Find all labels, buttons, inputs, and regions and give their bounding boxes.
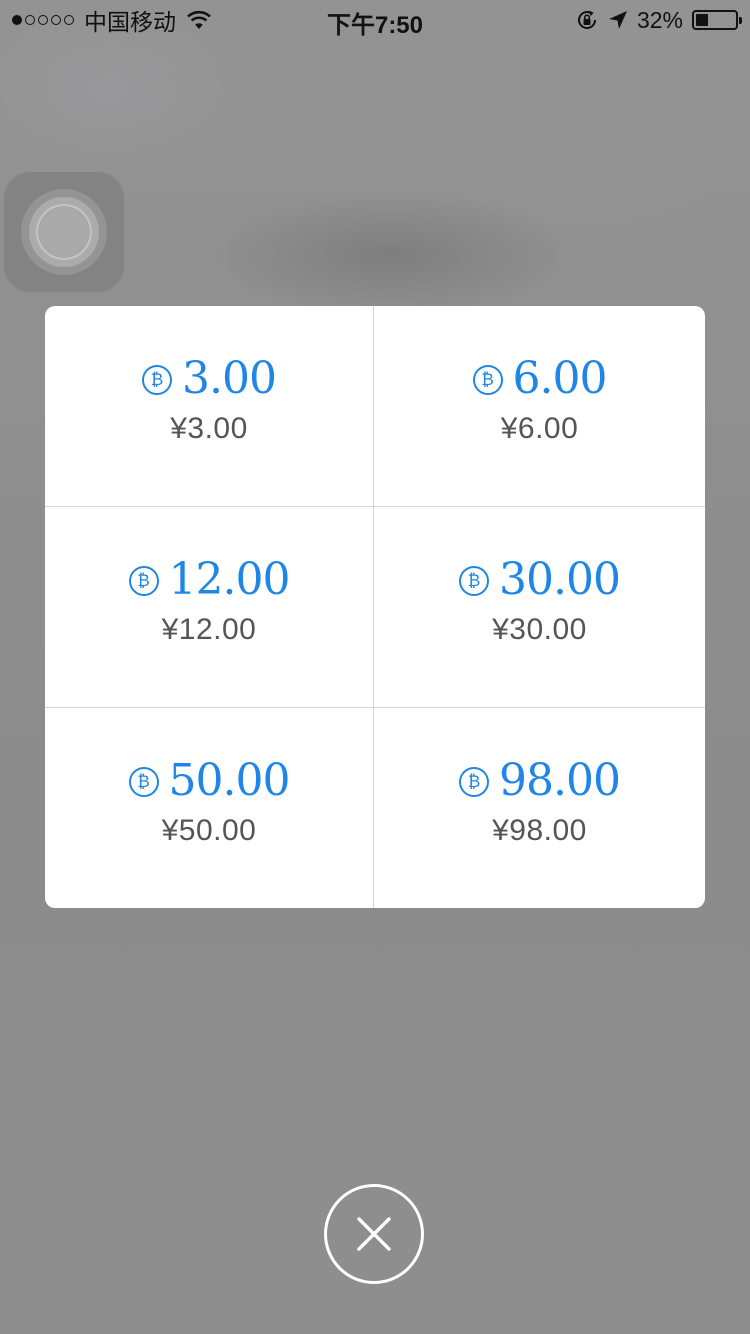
coin-amount: 30.00 bbox=[499, 553, 621, 605]
price-label: ¥3.00 bbox=[170, 412, 248, 445]
recharge-option-4[interactable]: ₿ 30.00 ¥30.00 bbox=[374, 507, 705, 707]
rotation-lock-icon bbox=[577, 10, 596, 29]
recharge-option-5[interactable]: ₿ 50.00 ¥50.00 bbox=[45, 708, 373, 908]
coin-icon: ₿ bbox=[472, 365, 503, 395]
price-label: ¥6.00 bbox=[500, 412, 579, 445]
close-icon bbox=[357, 1217, 391, 1251]
recharge-option-2[interactable]: ₿ 6.00 ¥6.00 bbox=[374, 306, 705, 506]
battery-icon bbox=[692, 10, 742, 30]
coin-icon: ₿ bbox=[128, 767, 159, 797]
coin-amount: 50.00 bbox=[168, 754, 291, 806]
location-arrow-icon bbox=[608, 11, 627, 29]
coin-amount: 98.00 bbox=[499, 754, 621, 806]
coin-amount: 6.00 bbox=[512, 352, 608, 404]
battery-level-fill bbox=[696, 14, 708, 26]
recharge-option-1[interactable]: ₿ 3.00 ¥3.00 bbox=[45, 306, 373, 506]
coin-amount: 3.00 bbox=[182, 352, 277, 404]
battery-percent: 32% bbox=[636, 6, 683, 33]
coin-amount: 12.00 bbox=[168, 553, 291, 605]
recharge-panel: ₿ 3.00 ¥3.00 ₿ 6.00 ¥6.00 ₿ 12.00 ¥12.00… bbox=[45, 306, 705, 908]
status-bar: 中国移动 下午7:50 32% bbox=[0, 0, 750, 40]
price-label: ¥12.00 bbox=[161, 613, 257, 646]
price-label: ¥98.00 bbox=[492, 814, 587, 847]
status-right: 32% bbox=[575, 6, 742, 33]
coin-icon: ₿ bbox=[142, 365, 173, 395]
assistive-touch-icon[interactable] bbox=[4, 172, 124, 292]
recharge-option-3[interactable]: ₿ 12.00 ¥12.00 bbox=[45, 507, 373, 707]
recharge-option-6[interactable]: ₿ 98.00 ¥98.00 bbox=[374, 708, 705, 908]
coin-icon: ₿ bbox=[459, 566, 490, 596]
close-button[interactable] bbox=[324, 1184, 424, 1284]
coin-icon: ₿ bbox=[128, 566, 159, 596]
divider bbox=[373, 306, 374, 908]
price-label: ¥30.00 bbox=[492, 613, 587, 646]
coin-icon: ₿ bbox=[459, 767, 490, 797]
price-label: ¥50.00 bbox=[161, 814, 257, 847]
